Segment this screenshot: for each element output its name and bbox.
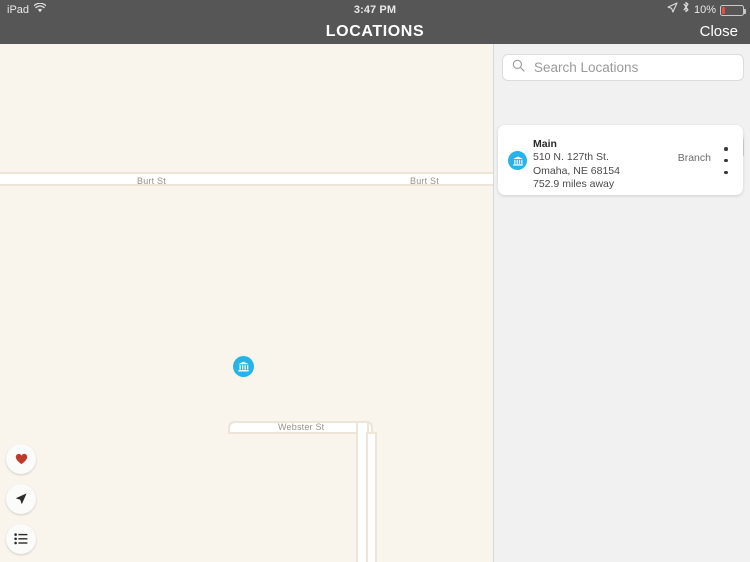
status-bar: iPad 3:47 PM 10% — [0, 0, 750, 20]
battery-percent-label: 10% — [693, 4, 716, 16]
location-name: Main — [533, 138, 557, 150]
bank-icon — [508, 151, 527, 170]
location-result-card[interactable]: Main 510 N. 127th St. Omaha, NE 68154 75… — [498, 125, 743, 195]
menu-dot — [724, 170, 728, 174]
location-city-state-zip: Omaha, NE 68154 — [533, 164, 620, 177]
search-input[interactable] — [532, 59, 726, 76]
location-distance: 752.9 miles away — [533, 178, 615, 190]
road-label-webster: Webster St — [278, 422, 325, 432]
favorites-button[interactable] — [6, 444, 36, 474]
bank-icon — [233, 356, 254, 377]
search-icon — [512, 59, 525, 77]
heart-icon — [15, 453, 27, 465]
search-field[interactable] — [502, 54, 744, 81]
location-arrow-icon — [667, 0, 678, 20]
locate-me-button[interactable] — [6, 484, 36, 514]
locations-screen: iPad 3:47 PM 10% LOCATIONS Close Burt St… — [0, 0, 750, 562]
bluetooth-icon — [682, 0, 690, 20]
search-bar — [502, 54, 744, 81]
menu-dot — [724, 147, 728, 151]
map-controls — [6, 444, 38, 562]
road-label-burt-left: Burt St — [137, 176, 166, 186]
map-marker-branch[interactable] — [233, 356, 254, 377]
status-bar-right: 10% — [667, 0, 746, 20]
map-view[interactable]: Burt St Burt St Webster St — [0, 44, 493, 562]
locations-panel: ATMs Branches All — [493, 44, 750, 562]
location-details: Main 510 N. 127th St. Omaha, NE 68154 75… — [533, 137, 668, 192]
navigation-bar: LOCATIONS Close — [0, 20, 750, 44]
more-vertical-icon[interactable] — [718, 147, 734, 174]
battery-low-icon — [720, 4, 746, 16]
location-type-label: Branch — [677, 152, 711, 164]
status-bar-time: 3:47 PM — [353, 4, 397, 16]
menu-dot — [724, 158, 728, 163]
location-street: 510 N. 127th St. — [533, 151, 609, 163]
navigation-arrow-icon — [15, 493, 27, 505]
road-label-burt-right: Burt St — [410, 176, 439, 186]
list-icon — [14, 533, 28, 545]
page-title: LOCATIONS — [325, 23, 425, 40]
battery-fill — [722, 6, 725, 14]
road-vertical-2 — [368, 434, 375, 562]
close-button[interactable]: Close — [700, 20, 738, 44]
list-view-button[interactable] — [6, 524, 36, 554]
